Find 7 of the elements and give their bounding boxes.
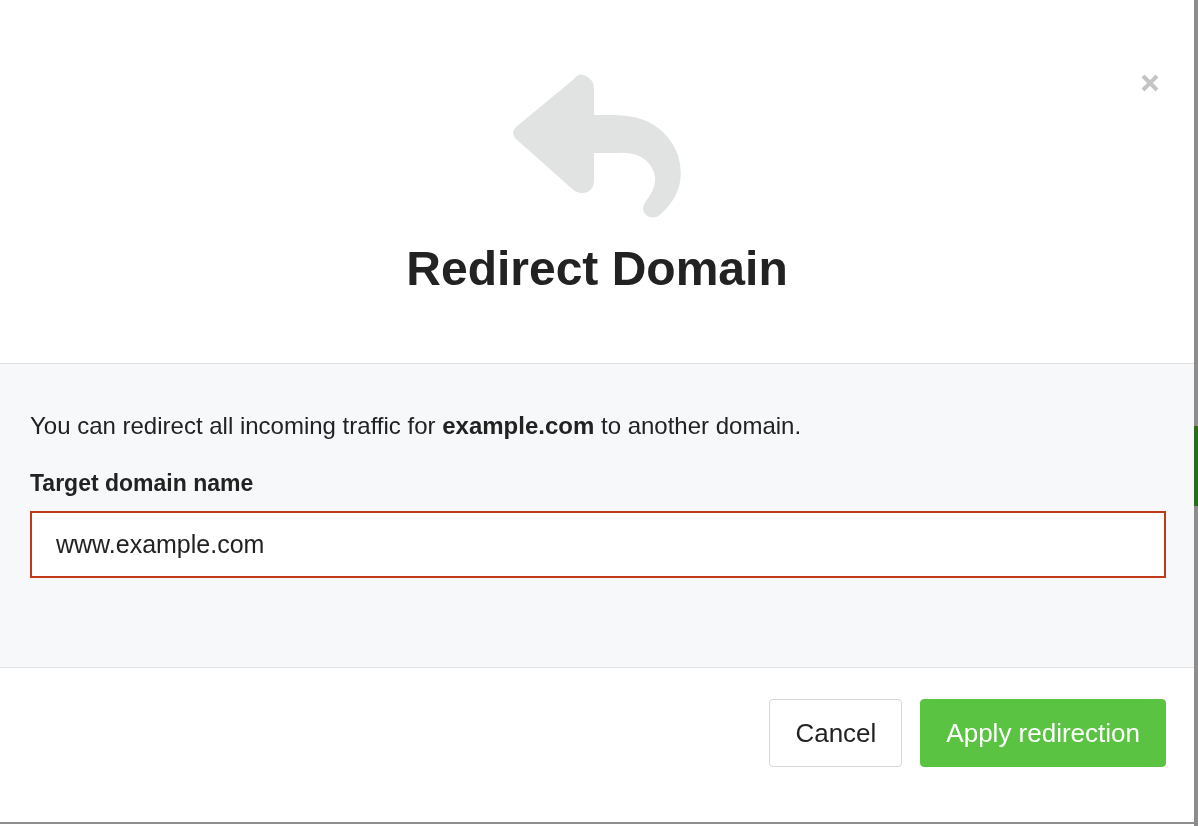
- close-icon: [1140, 73, 1160, 93]
- cancel-button[interactable]: Cancel: [769, 699, 903, 767]
- field-label: Target domain name: [30, 469, 254, 498]
- dialog-title: Redirect Domain: [406, 241, 788, 297]
- close-button[interactable]: [1140, 73, 1160, 93]
- description-text: You can redirect all incoming traffic for example.com to another domain.: [30, 411, 802, 441]
- domain-input-field[interactable]: www.example.com: [30, 511, 1166, 578]
